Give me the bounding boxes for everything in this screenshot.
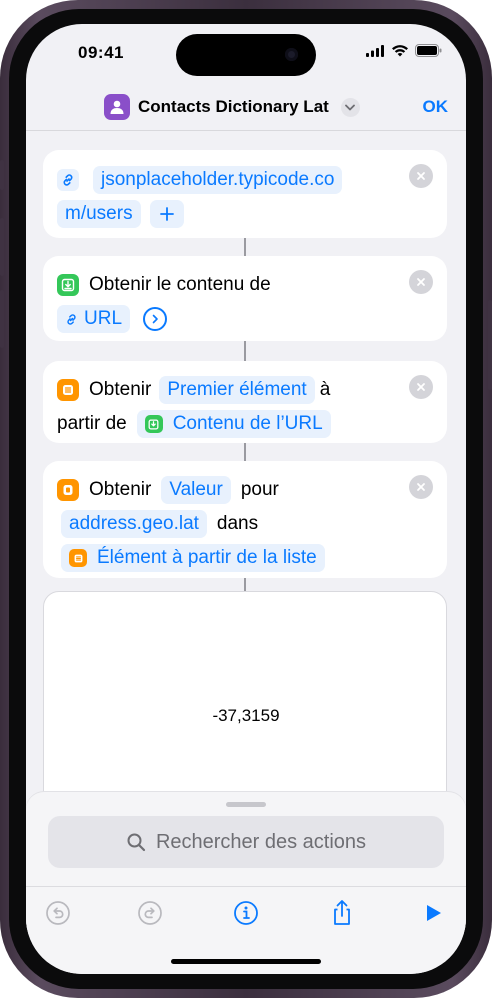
connector-line (244, 341, 246, 361)
list-icon (69, 549, 87, 567)
camera-icon (285, 48, 298, 61)
close-icon[interactable] (409, 375, 433, 399)
action-label: partir de (57, 413, 127, 434)
volume-up-button (0, 218, 4, 276)
close-icon[interactable] (409, 270, 433, 294)
signal-icon (366, 44, 384, 57)
screen: 09:41 Contacts Dictionary Lat OK jsonpla… (26, 24, 466, 974)
bottom-toolbar (26, 888, 466, 940)
contacts-person-icon (104, 94, 130, 120)
link-icon (57, 169, 79, 191)
list-item-variable-token[interactable]: Élément à partir de la liste (61, 544, 325, 572)
search-placeholder: Rechercher des actions (155, 830, 367, 853)
dictionary-key-token[interactable]: address.geo.lat (61, 510, 207, 538)
action-label: Obtenir (89, 379, 152, 400)
get-contents-action-card[interactable]: Obtenir le contenu de URL (43, 256, 447, 341)
home-indicator (171, 959, 321, 964)
sheet-grabber[interactable] (226, 802, 266, 807)
url-contents-variable-token[interactable]: Contenu de l’URL (136, 410, 331, 438)
search-actions-field[interactable]: Rechercher des actions (48, 816, 444, 868)
connector-line (244, 578, 246, 592)
connector-line (244, 238, 246, 256)
download-icon (57, 274, 79, 296)
url-contents-variable-label: Contenu de l’URL (172, 413, 323, 434)
action-label: Obtenir (89, 479, 152, 500)
get-value-action-card[interactable]: Obtenir Valeur pour address.geo.lat dans… (43, 461, 447, 578)
action-label: à (319, 379, 331, 400)
undo-button[interactable] (43, 898, 73, 928)
url-variable-token[interactable]: URL (57, 305, 131, 333)
share-button[interactable] (327, 898, 357, 928)
status-time: 09:41 (78, 43, 124, 62)
undo-icon (46, 901, 70, 925)
info-button[interactable] (231, 898, 261, 928)
close-icon[interactable] (409, 475, 433, 499)
power-button (488, 300, 492, 390)
action-label: pour (240, 479, 279, 500)
url-text-token-continued[interactable]: m/users (57, 200, 141, 228)
result-value: -37,3159 (212, 706, 280, 725)
info-icon (234, 901, 258, 925)
toolbar-divider (26, 886, 466, 887)
url-action-card[interactable]: jsonplaceholder.typicode.co m/users (43, 150, 447, 238)
dynamic-island (176, 34, 316, 76)
connector-line (244, 443, 246, 461)
share-icon (334, 900, 350, 925)
link-icon (67, 313, 76, 325)
navigation-bar: Contacts Dictionary Lat OK (26, 84, 466, 132)
url-variable-label: URL (84, 308, 123, 329)
close-icon[interactable] (409, 164, 433, 188)
silent-switch (0, 160, 4, 190)
play-icon (427, 905, 441, 921)
action-label: dans (216, 513, 259, 534)
redo-icon (138, 901, 162, 925)
volume-down-button (0, 290, 4, 348)
url-text-token[interactable]: jsonplaceholder.typicode.co (93, 166, 343, 194)
list-icon (57, 379, 79, 401)
actions-sheet: Rechercher des actions (26, 792, 466, 974)
list-item-variable-label: Élément à partir de la liste (97, 547, 317, 568)
shortcut-title: Contacts Dictionary Lat (138, 97, 329, 116)
status-icons (366, 44, 442, 57)
run-button[interactable] (418, 898, 448, 928)
get-value-type-token[interactable]: Valeur (161, 476, 231, 504)
battery-icon (415, 44, 442, 57)
get-item-action-card[interactable]: Obtenir Premier élément à partir de Cont… (43, 361, 447, 443)
action-label: Obtenir le contenu de (89, 274, 271, 295)
plus-icon[interactable] (149, 200, 184, 228)
arrow-right-circle-icon[interactable] (143, 307, 168, 331)
shortcut-title-menu[interactable]: Contacts Dictionary Lat (104, 94, 360, 120)
item-position-token[interactable]: Premier élément (159, 376, 315, 404)
chevron-down-icon[interactable] (340, 97, 360, 117)
done-button[interactable]: OK (423, 97, 449, 117)
dictionary-icon (57, 479, 79, 501)
search-icon (127, 833, 146, 852)
redo-button[interactable] (135, 898, 165, 928)
wifi-icon (392, 45, 408, 57)
download-icon (144, 415, 163, 433)
